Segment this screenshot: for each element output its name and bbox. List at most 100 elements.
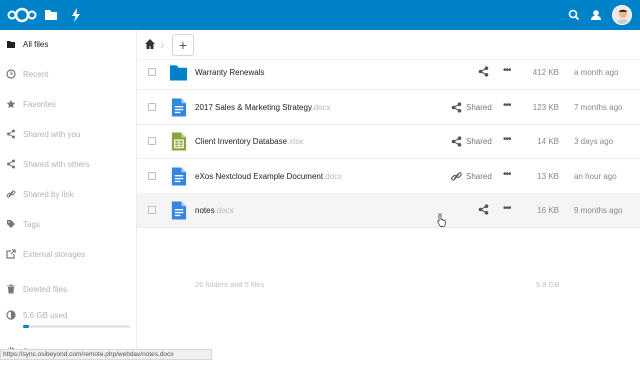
sidebar-item-label: External storages: [23, 249, 86, 259]
document-icon: [171, 167, 187, 186]
sidebar-item-label: All files: [23, 39, 49, 49]
clock-icon: [6, 69, 16, 79]
file-name[interactable]: Warranty Renewals: [195, 68, 265, 77]
link-icon: [6, 190, 16, 198]
contacts-icon[interactable]: [588, 7, 604, 23]
document-icon: [171, 98, 187, 117]
share-label: Shared: [466, 136, 492, 146]
document-icon: [171, 201, 187, 220]
more-actions-icon[interactable]: •••: [503, 170, 511, 180]
row-checkbox[interactable]: [148, 68, 156, 76]
file-basename: eXos Nextcloud Example Document: [195, 172, 324, 181]
file-row[interactable]: notes.docx ••• 16 KB 9 months ago: [137, 193, 640, 228]
file-row[interactable]: 2017 Sales & Marketing Strategy.docx Sha…: [137, 90, 640, 125]
sidebar-item-label: Tags: [23, 219, 40, 229]
sidebar-item-tags[interactable]: Tags: [0, 210, 137, 238]
sidebar-item-all-files[interactable]: All files: [0, 30, 137, 58]
nextcloud-logo-icon[interactable]: [6, 6, 38, 24]
share-icon: [451, 135, 462, 147]
add-button[interactable]: +: [172, 34, 194, 56]
quota-fill: [23, 325, 30, 328]
file-summary: 26 folders and 5 files: [195, 280, 265, 289]
share-button[interactable]: Shared: [451, 135, 492, 147]
tag-icon: [7, 220, 15, 228]
file-modified: a month ago: [574, 68, 619, 77]
file-modified: 9 months ago: [574, 206, 623, 215]
file-name[interactable]: notes.docx: [195, 206, 234, 215]
file-basename: 2017 Sales & Marketing Strategy: [195, 103, 312, 112]
external-icon: [6, 249, 16, 259]
share-icon[interactable]: [478, 204, 489, 215]
file-modified: 3 days ago: [574, 137, 614, 146]
row-checkbox[interactable]: [148, 172, 156, 180]
sidebar-item-shared-with-others[interactable]: Shared with others: [0, 150, 137, 178]
file-size: 14 KB: [537, 137, 559, 146]
activity-icon[interactable]: [68, 7, 84, 23]
top-header: [0, 0, 640, 30]
share-icon: [7, 129, 15, 139]
more-actions-icon[interactable]: •••: [503, 204, 511, 214]
more-actions-icon[interactable]: •••: [503, 135, 511, 145]
sidebar-item-shared-with-you[interactable]: Shared with you: [0, 120, 137, 148]
total-size: 5.9 GB: [536, 280, 560, 289]
file-row[interactable]: Warranty Renewals ••• 412 KB a month ago: [137, 55, 640, 90]
avatar[interactable]: [612, 5, 632, 25]
file-modified: 7 months ago: [574, 103, 623, 112]
quota-bar: [23, 325, 130, 328]
file-size: 123 KB: [532, 103, 559, 112]
share-icon: [7, 159, 15, 169]
more-actions-icon[interactable]: •••: [503, 66, 511, 76]
sidebar-item-shared-by-link[interactable]: Shared by link: [0, 180, 137, 208]
sidebar-item-external-storages[interactable]: External storages: [0, 240, 137, 268]
file-extension: .docx: [214, 206, 234, 215]
sidebar: All files Recent Favorites Shared with y…: [0, 30, 137, 360]
share-label: Shared: [466, 171, 492, 181]
more-actions-icon[interactable]: •••: [503, 101, 511, 111]
file-basename: Warranty Renewals: [195, 68, 265, 77]
share-button[interactable]: Shared: [451, 170, 492, 182]
file-name[interactable]: 2017 Sales & Marketing Strategy.docx: [195, 103, 330, 112]
sidebar-item-label: Shared by link: [23, 189, 74, 199]
quota-label: 5.6 GB used: [23, 310, 68, 320]
share-button[interactable]: Shared: [451, 101, 492, 113]
star-icon: [6, 99, 16, 108]
search-icon[interactable]: [566, 7, 582, 23]
file-size: 412 KB: [532, 68, 559, 77]
breadcrumb-separator: ›: [160, 36, 165, 52]
home-icon[interactable]: [144, 38, 156, 50]
share-icon: [451, 101, 462, 113]
files-icon[interactable]: [43, 7, 59, 23]
row-checkbox[interactable]: [148, 137, 156, 145]
file-name[interactable]: eXos Nextcloud Example Document.docx: [195, 172, 342, 181]
sidebar-item-favorites[interactable]: Favorites: [0, 90, 137, 118]
folder-icon: [7, 41, 15, 48]
row-checkbox[interactable]: [148, 206, 156, 214]
file-size: 16 KB: [537, 206, 559, 215]
sidebar-item-recent[interactable]: Recent: [0, 60, 137, 88]
file-basename: Client Inventory Database: [195, 137, 288, 146]
pie-chart-icon: [6, 310, 16, 320]
file-basename: notes: [195, 206, 215, 215]
file-row[interactable]: eXos Nextcloud Example Document.docx Sha…: [137, 159, 640, 194]
link-icon: [451, 171, 462, 180]
spreadsheet-icon: [171, 132, 187, 151]
row-checkbox[interactable]: [148, 103, 156, 111]
mouse-cursor-icon: [437, 213, 446, 227]
status-url: https://sync.osibeyond.com/remote.php/we…: [0, 349, 212, 360]
file-size: 13 KB: [537, 172, 559, 181]
sidebar-item-label: Shared with others: [23, 159, 90, 169]
sidebar-item-label: Shared with you: [23, 129, 81, 139]
share-label: Shared: [466, 102, 492, 112]
share-icon[interactable]: [478, 66, 489, 77]
sidebar-item-label: Recent: [23, 69, 49, 79]
file-row[interactable]: Client Inventory Database.xlsx Shared ••…: [137, 124, 640, 159]
file-name[interactable]: Client Inventory Database.xlsx: [195, 137, 303, 146]
sidebar-item-label: Favorites: [23, 99, 56, 109]
file-extension: .docx: [323, 172, 343, 181]
sidebar-item-label: Deleted files: [23, 284, 68, 294]
folder-icon: [170, 65, 188, 81]
file-extension: .docx: [311, 103, 331, 112]
file-modified: an hour ago: [574, 172, 617, 181]
sidebar-item-deleted-files[interactable]: Deleted files: [0, 275, 137, 303]
trash-icon: [7, 284, 15, 294]
